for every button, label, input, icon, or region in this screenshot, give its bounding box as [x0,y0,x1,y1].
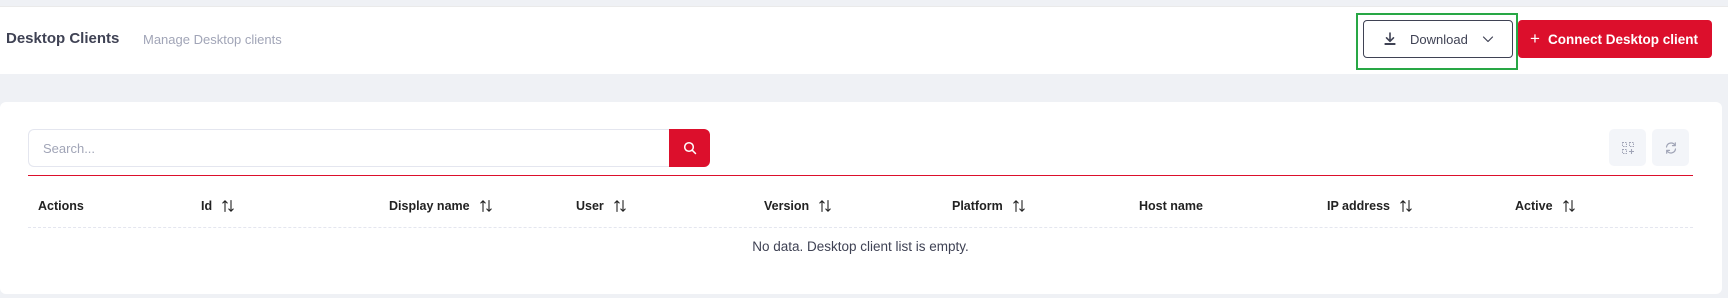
sort-icon[interactable] [613,199,627,213]
empty-table-message: No data. Desktop client list is empty. [752,239,969,254]
column-header-user[interactable]: User [576,199,627,213]
page-title: Desktop Clients [6,30,120,47]
download-button-label: Download [1410,31,1468,47]
columns-icon [1621,141,1634,154]
column-header-label: User [576,199,604,213]
sort-icon[interactable] [818,199,832,213]
search-button[interactable] [669,129,710,167]
sort-icon[interactable] [1012,199,1026,213]
column-header-actions: Actions [38,199,84,213]
column-header-ip-address[interactable]: IP address [1327,199,1413,213]
page-subtitle: Manage Desktop clients [143,32,282,47]
header-divider [28,227,1693,228]
sort-icon[interactable] [221,199,235,213]
column-header-active[interactable]: Active [1515,199,1576,213]
column-header-platform[interactable]: Platform [952,199,1026,213]
column-header-display-name[interactable]: Display name [389,199,493,213]
column-header-label: IP address [1327,199,1391,213]
column-header-label: Host name [1139,199,1203,213]
column-header-label: Active [1515,199,1553,213]
refresh-button[interactable] [1652,129,1689,166]
column-header-label: Id [201,199,213,213]
connect-desktop-client-button[interactable]: + Connect Desktop client [1518,20,1712,58]
search-input[interactable] [28,129,670,167]
column-header-label: Actions [38,199,84,213]
columns-button[interactable] [1609,129,1646,166]
search-icon [683,141,696,155]
sort-icon[interactable] [1562,199,1576,213]
search-divider [28,175,1693,176]
clients-table-card: Actions Id Display name User Version Platform… [0,102,1722,294]
download-icon [1384,32,1396,45]
column-header-version[interactable]: Version [764,199,832,213]
chevron-down-icon [1482,36,1493,43]
plus-icon: + [1530,29,1540,48]
download-button[interactable]: Download [1363,20,1513,58]
refresh-icon [1665,141,1676,154]
column-header-host-name: Host name [1139,199,1203,213]
sort-icon[interactable] [479,199,493,213]
column-header-label: Platform [952,199,1003,213]
column-header-id[interactable]: Id [201,199,235,213]
page-header: Desktop Clients Manage Desktop clients D… [0,6,1728,74]
sort-icon[interactable] [1399,199,1413,213]
column-header-label: Display name [389,199,470,213]
connect-button-label: Connect Desktop client [1548,31,1699,47]
column-header-label: Version [764,199,810,213]
